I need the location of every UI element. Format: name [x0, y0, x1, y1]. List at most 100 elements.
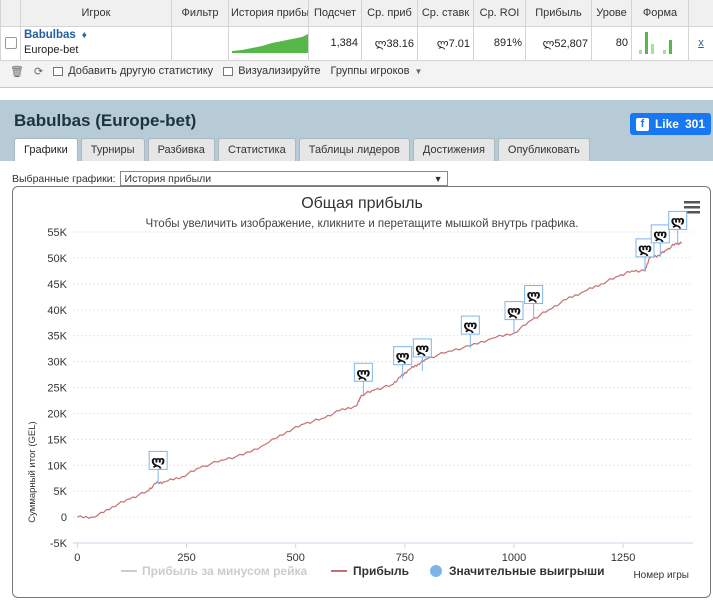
big-win-marker[interactable]: ლ: [669, 211, 687, 243]
table-row: Babulbas♦ Europe-bet 1,384 ლ38.16 ლ7.01 …: [1, 26, 713, 60]
x-axis-label: Номер игры: [633, 570, 689, 581]
y-tick-label: 55K: [47, 227, 67, 239]
big-win-marker-label: ლ: [356, 365, 370, 380]
player-panel: Babulbas (Europe-bet) f Like 301 Графики…: [0, 100, 713, 599]
tab-breakdown[interactable]: Разбивка: [148, 138, 215, 161]
big-win-marker[interactable]: ლ: [636, 239, 654, 271]
col-level[interactable]: Урове: [592, 0, 632, 26]
y-tick-label: 15K: [47, 434, 67, 446]
chart-title: Общая прибыль: [301, 195, 423, 212]
profit-chart[interactable]: Общая прибыль Чтобы увеличить изображени…: [13, 187, 710, 597]
row-checkbox[interactable]: [5, 37, 17, 49]
big-win-marker-label: ლ: [507, 304, 521, 319]
results-table: Игрок Фильтр История прибыли Подсчет Ср.…: [0, 0, 713, 61]
facebook-like-button[interactable]: f Like 301: [630, 113, 711, 135]
legend-item-profit[interactable]: Прибыль: [353, 564, 409, 578]
table-toolbar: 🗑 ⟳ Добавить другую статистику Визуализи…: [0, 61, 713, 81]
big-win-marker[interactable]: ლ: [525, 286, 543, 318]
chart-selector[interactable]: История прибыли ▼: [120, 171, 448, 186]
big-win-marker[interactable]: ლ: [149, 451, 167, 483]
profit-chart-container[interactable]: Общая прибыль Чтобы увеличить изображени…: [12, 186, 711, 598]
big-win-marker[interactable]: ლ: [394, 347, 412, 379]
facebook-icon: f: [636, 118, 649, 131]
add-stat-icon: [53, 67, 63, 76]
big-win-marker-label: ლ: [638, 241, 652, 256]
count-cell: 1,384: [309, 26, 362, 60]
player-name-link[interactable]: Babulbas♦: [24, 28, 168, 43]
chart-legend: Прибыль за минусом рейка Прибыль Значите…: [121, 564, 605, 578]
big-win-marker-label: ლ: [653, 227, 667, 242]
big-win-marker[interactable]: ლ: [354, 363, 372, 395]
trash-icon[interactable]: 🗑: [10, 65, 24, 78]
y-tick-label: 10K: [47, 460, 67, 472]
legend-item-rake[interactable]: Прибыль за минусом рейка: [142, 564, 307, 578]
remove-row-link[interactable]: x: [698, 37, 704, 49]
table-header-row: Игрок Фильтр История прибыли Подсчет Ср.…: [1, 0, 713, 26]
tab-leaderboards[interactable]: Таблицы лидеров: [299, 138, 410, 161]
col-close: [689, 0, 713, 26]
chart-selector-row: Выбранные графики: История прибыли ▼: [12, 171, 448, 186]
dropdown-arrow-icon: ▼: [434, 174, 443, 184]
chart-subtitle: Чтобы увеличить изображение, кликните и …: [146, 218, 579, 230]
col-avg-roi[interactable]: Ср. ROI: [474, 0, 526, 26]
x-tick-label: 250: [177, 552, 195, 564]
pin-icon[interactable]: ♦: [82, 28, 87, 43]
y-tick-label: 5K: [54, 486, 68, 498]
sparkline-chart: [232, 31, 309, 53]
select-all-header: [1, 0, 21, 26]
y-tick-label: -5K: [50, 538, 68, 550]
y-tick-label: 20K: [47, 408, 67, 420]
tab-tournaments[interactable]: Турниры: [81, 138, 145, 161]
col-filter[interactable]: Фильтр: [172, 0, 229, 26]
big-win-marker-label: ლ: [396, 349, 410, 364]
x-tick-label: 0: [74, 552, 80, 564]
big-win-marker-label: ლ: [415, 341, 429, 356]
refresh-icon[interactable]: ⟳: [34, 65, 43, 78]
big-win-marker-label: ლ: [463, 318, 477, 333]
col-profit[interactable]: Прибыль: [526, 0, 592, 26]
tab-achievements[interactable]: Достижения: [413, 138, 495, 161]
big-win-marker-label: ლ: [527, 288, 541, 303]
x-tick-label: 500: [286, 552, 304, 564]
col-form[interactable]: Форма: [632, 0, 689, 26]
y-tick-label: 25K: [47, 383, 67, 395]
profit-cell: ლ52,807: [526, 26, 592, 60]
y-tick-label: 0: [61, 512, 67, 524]
big-win-marker-label: ლ: [151, 453, 165, 468]
col-player[interactable]: Игрок: [21, 0, 172, 26]
tab-charts[interactable]: Графики: [14, 138, 78, 161]
player-groups-dropdown[interactable]: Группы игроков ▼: [331, 65, 423, 77]
caret-down-icon: ▼: [415, 67, 423, 76]
results-table-area: Игрок Фильтр История прибыли Подсчет Ср.…: [0, 0, 713, 88]
tab-statistics[interactable]: Статистика: [218, 138, 296, 161]
y-tick-label: 30K: [47, 357, 67, 369]
roi-cell: 891%: [474, 26, 526, 60]
avg-stake-cell: ლ7.01: [418, 26, 474, 60]
col-avg-stake[interactable]: Ср. ставк: [418, 0, 474, 26]
visualize-button[interactable]: Визуализируйте: [223, 65, 320, 77]
avg-profit-cell: ლ38.16: [362, 26, 418, 60]
level-cell: 80: [592, 26, 632, 60]
page-title: Babulbas (Europe-bet): [14, 111, 196, 131]
add-stat-button[interactable]: Добавить другую статистику: [53, 65, 213, 77]
y-tick-label: 50K: [47, 253, 67, 265]
x-tick-label: 1250: [611, 552, 635, 564]
form-bars: [632, 26, 689, 60]
image-icon: [223, 67, 233, 76]
tab-content: Выбранные графики: История прибыли ▼ Общ…: [0, 161, 713, 599]
legend-item-big-wins[interactable]: Значительные выигрыши: [449, 564, 605, 578]
col-avg-profit[interactable]: Ср. приб: [362, 0, 418, 26]
tab-publish[interactable]: Опубликовать: [498, 138, 590, 161]
y-tick-label: 45K: [47, 279, 67, 291]
chart-selector-label: Выбранные графики:: [12, 173, 116, 185]
profit-history-sparkline: [229, 26, 309, 60]
x-tick-label: 1000: [502, 552, 526, 564]
x-tick-label: 750: [396, 552, 414, 564]
col-count[interactable]: Подсчет: [309, 0, 362, 26]
big-win-marker-label: ლ: [671, 213, 685, 228]
filter-cell[interactable]: [172, 26, 229, 60]
col-profit-history[interactable]: История прибыли: [229, 0, 309, 26]
y-axis-label: Суммарный итог (GEL): [27, 421, 38, 522]
y-tick-label: 40K: [47, 305, 67, 317]
panel-tabs: Графики Турниры Разбивка Статистика Табл…: [14, 138, 590, 161]
